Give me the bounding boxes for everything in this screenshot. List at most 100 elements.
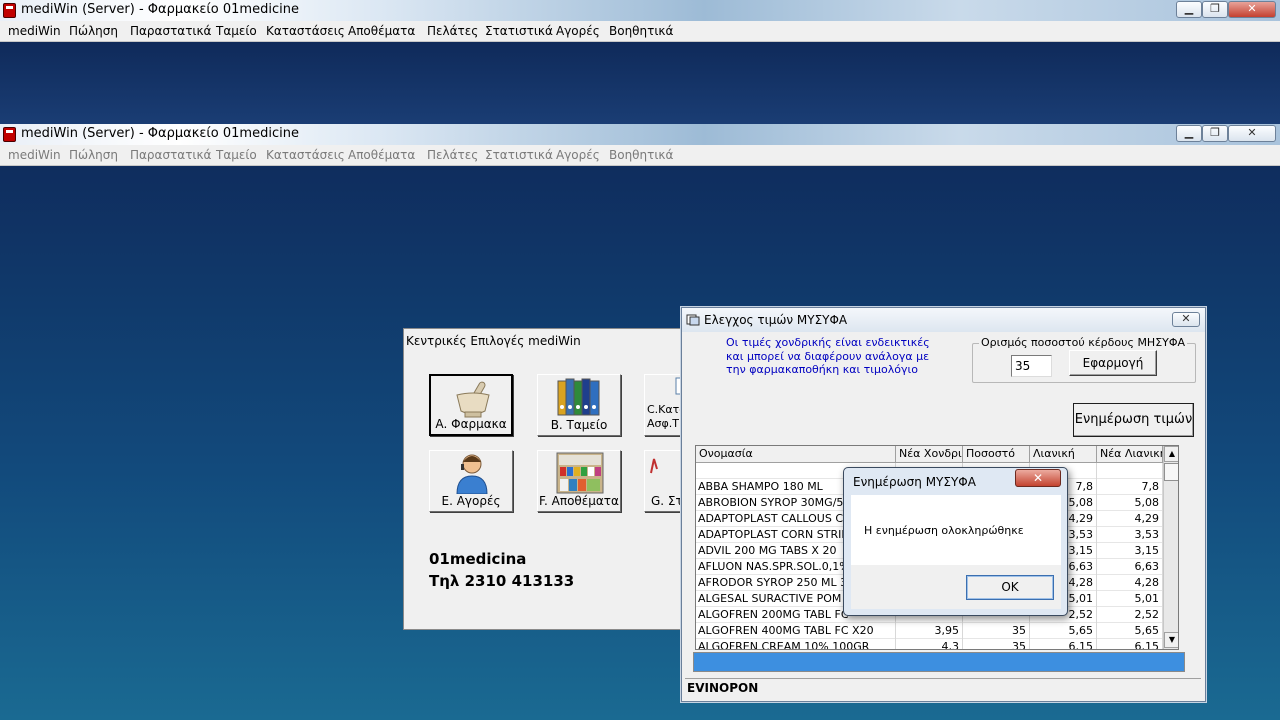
cell-new-retail: 6,63 [1097,559,1163,575]
binders-icon [557,378,600,416]
menu-customers[interactable]: Πελάτες [427,148,478,162]
cell-name: ALGOFREN 400MG TABL FC X20 [696,623,896,639]
menu-stock[interactable]: Αποθέματα [348,24,415,38]
company-phone: Τηλ 2310 413133 [429,572,575,590]
message-text: Η ενημέρωση ολοκληρώθηκε [864,524,1024,537]
grid-scrollbar[interactable]: ▲ ▼ [1163,446,1178,649]
main-window-title: mediWin (Server) - Φαρμακείο 01medicine [21,2,299,17]
menu-documents[interactable]: Παραστατικά [130,24,211,38]
menu-cash[interactable]: Ταμείο [216,24,257,38]
status-text: EVINOPON [687,681,759,695]
scroll-up-arrow[interactable]: ▲ [1164,446,1178,462]
col-header-new-wholesale[interactable]: Νέα Χονδρικ [896,446,963,463]
medicines-label: Α. Φαρμακα [435,417,507,431]
profit-group-label: Ορισμός ποσοστού κέρδους ΜΗΣΥΦΑ [979,336,1188,349]
message-box-body: Η ενημέρωση ολοκληρώθηκε [851,495,1061,565]
app-icon [3,127,16,142]
menu-purchases[interactable]: Αγορές [556,148,600,162]
cell-new-retail: 5,65 [1097,623,1163,639]
cell-new-wholesale: 3,95 [896,623,963,639]
purchases-label: Ε. Αγορές [441,494,501,508]
table-row[interactable]: ALGOFREN CREAM 10% 100GR 4,3 35 6,15 6,15 [696,639,1163,649]
cell-retail: 5,65 [1030,623,1097,639]
menu-reports[interactable]: Καταστάσεις [266,24,345,38]
cell-new-retail: 3,15 [1097,543,1163,559]
col-header-percent[interactable]: Ποσοστό [963,446,1030,463]
cell-new-retail: 2,52 [1097,607,1163,623]
options-panel: Κεντρικές Επιλογές mediWin Α. Φαρμακα Β.… [403,328,694,630]
restore-button[interactable]: ❐ [1202,125,1228,142]
col-header-retail[interactable]: Λιανική [1030,446,1097,463]
dialog-titlebar[interactable]: Ελεγχος τιμών ΜΥΣΥΦΑ ✕ [682,308,1205,332]
menu-sales[interactable]: Πώληση [69,148,118,162]
scroll-thumb[interactable] [1164,463,1178,481]
cash-label: Β. Ταμείο [550,418,608,432]
user-headset-icon [456,454,488,494]
stock-label: F. Αποθέματα [539,494,619,508]
medicines-button[interactable]: Α. Φαρμακα [429,374,513,436]
child-window-title: mediWin (Server) - Φαρμακείο 01medicine [21,126,299,141]
col-header-new-retail[interactable]: Νέα Λιανική [1097,446,1163,463]
cell-percent: 35 [963,623,1030,639]
ok-button[interactable]: OK [966,575,1054,600]
menu-statistics[interactable]: Στατιστικά [485,148,553,162]
menu-sales[interactable]: Πώληση [69,24,118,38]
message-box-close-button[interactable]: ✕ [1015,469,1061,487]
cell-new-retail: 7,8 [1097,479,1163,495]
menu-mediwin[interactable]: mediWin [8,24,61,38]
cell-new-retail: 5,08 [1097,495,1163,511]
cell-new-retail: 6,15 [1097,639,1163,649]
purchases-button[interactable]: Ε. Αγορές [429,450,513,512]
price-note: Οι τιμές χονδρικής είναι ενδεικτικές και… [726,336,930,376]
menu-statistics[interactable]: Στατιστικά [485,24,553,38]
update-prices-button[interactable]: Ενημέρωση τιμών [1073,403,1194,437]
table-row[interactable]: ALGOFREN 400MG TABL FC X20 3,95 35 5,65 5,65 [696,623,1163,639]
menu-mediwin[interactable]: mediWin [8,148,61,162]
menu-cash[interactable]: Ταμείο [216,148,257,162]
close-button[interactable]: ✕ [1228,125,1276,142]
cell-new-retail: 4,29 [1097,511,1163,527]
message-box-title: Ενημέρωση ΜΥΣΥΦΑ [853,475,976,489]
app-icon [3,3,16,18]
cash-button[interactable]: Β. Ταμείο [537,374,621,436]
cell-new-retail [1097,463,1163,479]
progress-fill [694,653,1184,671]
stock-button[interactable]: F. Αποθέματα [537,450,621,512]
apply-button[interactable]: Εφαρμογή [1069,350,1157,376]
child-window-titlebar[interactable]: mediWin (Server) - Φαρμακείο 01medicine … [0,124,1280,145]
col-header-name[interactable]: Ονομασία [696,446,896,463]
menu-tools[interactable]: Βοηθητικά [609,24,673,38]
scroll-down-arrow[interactable]: ▼ [1164,632,1178,648]
menu-purchases[interactable]: Αγορές [556,24,600,38]
company-name: 01medicina [429,550,527,568]
menu-documents[interactable]: Παραστατικά [130,148,211,162]
restore-button[interactable]: ❐ [1202,1,1228,18]
cell-percent: 35 [963,639,1030,649]
menu-reports[interactable]: Καταστάσεις [266,148,345,162]
status-bar: EVINOPON [685,678,1201,699]
menu-tools[interactable]: Βοηθητικά [609,148,673,162]
minimize-button[interactable]: ▁ [1176,1,1202,18]
main-menubar: mediWin Πώληση Παραστατικά Ταμείο Καταστ… [0,21,1280,42]
cell-new-retail: 5,01 [1097,591,1163,607]
menu-stock[interactable]: Αποθέματα [348,148,415,162]
main-window-titlebar[interactable]: mediWin (Server) - Φαρμακείο 01medicine … [0,0,1280,21]
child-menubar: mediWin Πώληση Παραστατικά Ταμείο Καταστ… [0,145,1280,166]
close-button[interactable]: ✕ [1172,312,1200,327]
main-window-client [0,42,1280,124]
profit-input[interactable]: 35 [1011,355,1052,377]
cell-name: ALGOFREN CREAM 10% 100GR [696,639,896,649]
message-box: Ενημέρωση ΜΥΣΥΦΑ ✕ Η ενημέρωση ολοκληρώθ… [843,467,1068,616]
close-button[interactable]: ✕ [1228,1,1276,18]
progress-bar [693,652,1185,672]
menu-customers[interactable]: Πελάτες [427,24,478,38]
cell-retail: 6,15 [1030,639,1097,649]
cell-new-retail: 4,28 [1097,575,1163,591]
mortar-pestle-icon [456,381,490,418]
stats-icon [650,458,658,474]
minimize-button[interactable]: ▁ [1176,125,1202,142]
cell-new-retail: 3,53 [1097,527,1163,543]
window-icon [686,314,700,326]
options-panel-title: Κεντρικές Επιλογές mediWin [406,334,581,348]
pharmacy-shelf-icon [556,452,604,494]
